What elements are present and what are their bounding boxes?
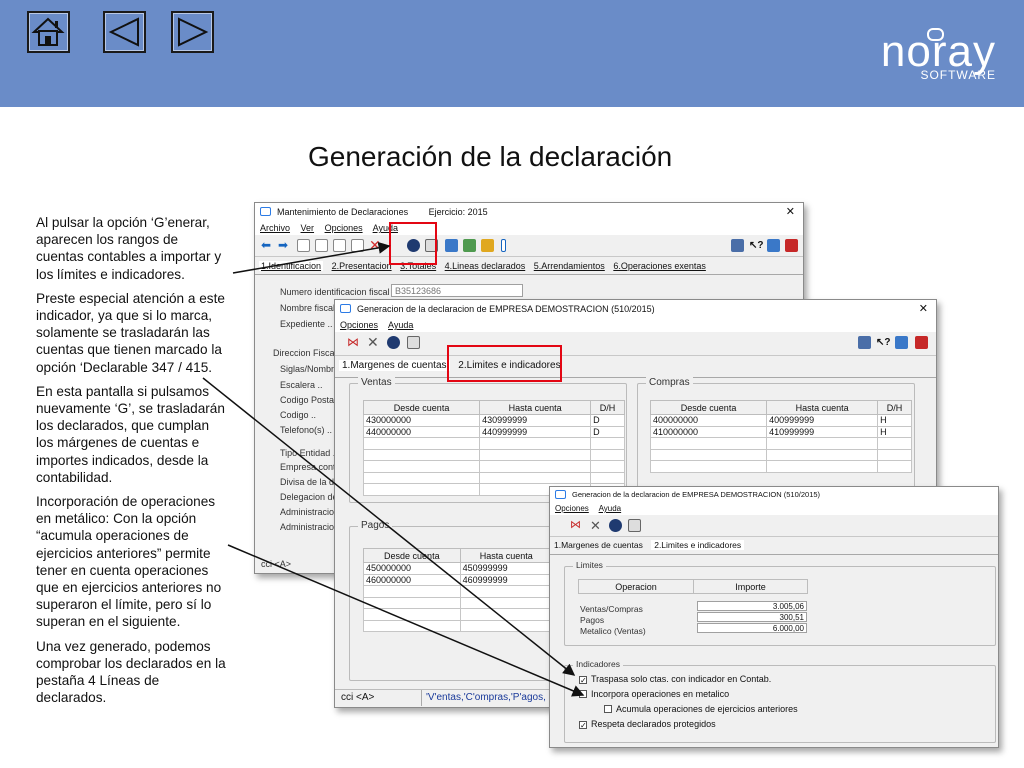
arrow-to-traspasa — [202, 377, 576, 676]
arrow-to-generar — [232, 241, 391, 274]
arrow-to-incorpora — [227, 544, 585, 697]
callout-arrows — [202, 241, 585, 697]
